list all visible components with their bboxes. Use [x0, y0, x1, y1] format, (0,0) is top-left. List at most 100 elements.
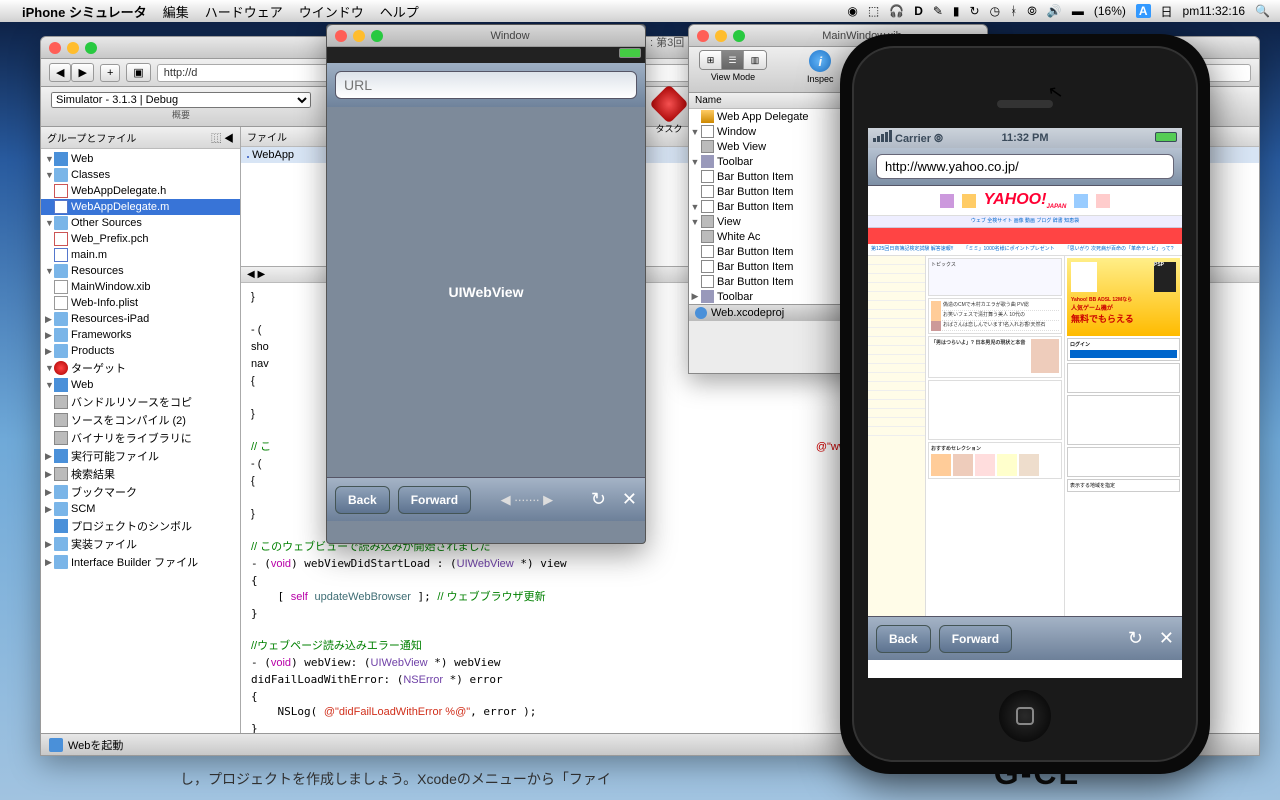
- tree-row[interactable]: WebAppDelegate.h: [41, 183, 240, 199]
- ib-preview-window: Window UIWebView Back Forward ◀ ∙∙∙∙∙∙∙ …: [326, 24, 646, 544]
- minimize-icon[interactable]: [67, 42, 79, 54]
- view-mode-label: View Mode: [711, 72, 755, 82]
- tree-row[interactable]: ▶Interface Builder ファイル: [41, 553, 240, 571]
- close-icon[interactable]: [335, 30, 347, 42]
- yahoo-right[interactable]: PSP Yahoo! BB ADSL 12Mなら 人気ゲーム機が 無料でもらえる…: [1064, 256, 1182, 616]
- tree-row[interactable]: WebAppDelegate.m: [41, 199, 240, 215]
- tree-row[interactable]: ▼ターゲット: [41, 359, 240, 377]
- view-mode-segment[interactable]: ⊞☰▥: [699, 50, 767, 70]
- nav-forward-button[interactable]: ▶: [71, 63, 93, 82]
- tree-row[interactable]: ▼Classes: [41, 167, 240, 183]
- clock-day: 日: [1161, 3, 1173, 20]
- inspector-label: Inspec: [807, 74, 834, 84]
- tree-row[interactable]: プロジェクトのシンボル: [41, 517, 240, 535]
- tree-row[interactable]: ▶Frameworks: [41, 327, 240, 343]
- clock-time: pm11:32:16: [1183, 4, 1246, 18]
- tree-row[interactable]: ▶ブックマーク: [41, 483, 240, 501]
- yahoo-logo[interactable]: YAHOO!JAPAN: [984, 191, 1067, 210]
- uiwebview-placeholder: UIWebView: [327, 107, 645, 477]
- browser-url-input[interactable]: [876, 154, 1174, 179]
- tree-row[interactable]: ▼Web: [41, 151, 240, 167]
- menu-edit[interactable]: 編集: [163, 2, 189, 21]
- yahoo-main[interactable]: トピックス 偽造のCMで木村カエラが歌う曲 PV総 お笑いフェスで清打舞う美人 …: [926, 256, 1064, 616]
- nav-back-button[interactable]: ◀: [49, 63, 71, 82]
- status-time: 11:32 PM: [974, 132, 1075, 144]
- zoom-icon[interactable]: [733, 30, 745, 42]
- headphones-icon[interactable]: 🎧: [889, 4, 904, 18]
- close-icon[interactable]: [697, 30, 709, 42]
- yahoo-banner[interactable]: [868, 228, 1182, 244]
- toolbar-button[interactable]: +: [100, 64, 120, 82]
- tree-row[interactable]: ▶実装ファイル: [41, 535, 240, 553]
- groups-header: グループとファイル: [47, 130, 136, 145]
- tree-row[interactable]: main.m: [41, 247, 240, 263]
- sim-forward-button[interactable]: Forward: [939, 625, 1012, 653]
- ib-toolbar: Back Forward ◀ ∙∙∙∙∙∙∙ ▶ ↻ ✕: [327, 477, 645, 521]
- dropbox-icon[interactable]: ⬚: [868, 4, 879, 18]
- close-icon[interactable]: [49, 42, 61, 54]
- tree-row[interactable]: ▼Web: [41, 377, 240, 393]
- back-button[interactable]: Back: [335, 486, 390, 514]
- zoom-icon[interactable]: [371, 30, 383, 42]
- evernote-icon[interactable]: ✎: [933, 4, 943, 18]
- home-button[interactable]: [999, 690, 1051, 742]
- build-config-select[interactable]: Simulator - 3.1.3 | Debug: [51, 92, 311, 108]
- stop-icon[interactable]: ✕: [622, 489, 637, 510]
- tree-row[interactable]: ▶Products: [41, 343, 240, 359]
- battery-icon: [619, 48, 641, 58]
- tree-row[interactable]: ▶実行可能ファイル: [41, 447, 240, 465]
- input-source-icon[interactable]: A: [1136, 4, 1151, 18]
- clock-icon[interactable]: ◷: [990, 4, 1000, 18]
- menu-help[interactable]: ヘルプ: [380, 2, 419, 21]
- flexible-space: ◀ ∙∙∙∙∙∙∙ ▶: [479, 492, 575, 508]
- wifi-icon[interactable]: ⦾: [1027, 4, 1037, 19]
- sync-icon[interactable]: ↻: [970, 4, 980, 18]
- tree-row[interactable]: ▶SCM: [41, 501, 240, 517]
- background-document-text: し，プロジェクトを作成しましょう。Xcodeのメニューから「ファイ: [180, 768, 611, 790]
- reload-icon[interactable]: ↻: [591, 489, 606, 510]
- battery-icon: [1155, 132, 1177, 142]
- toolbar-button[interactable]: ▣: [126, 63, 150, 82]
- tree-row[interactable]: ▶検索結果: [41, 465, 240, 483]
- reload-icon[interactable]: ↻: [1128, 628, 1143, 649]
- inspector-icon[interactable]: i: [809, 50, 831, 72]
- project-name[interactable]: Web.xcodeproj: [711, 307, 784, 319]
- tree-row[interactable]: ▼Resources: [41, 263, 240, 279]
- tree-row[interactable]: バンドルリソースをコピ: [41, 393, 240, 411]
- bluetooth-icon[interactable]: ᚼ: [1010, 4, 1017, 18]
- simulator-toolbar: Back Forward ↻ ✕: [868, 616, 1182, 660]
- menu-window[interactable]: ウインドウ: [299, 2, 364, 21]
- background-tab: : 第3回: [650, 34, 684, 50]
- tree-row[interactable]: ▼Other Sources: [41, 215, 240, 231]
- tree-row[interactable]: MainWindow.xib: [41, 279, 240, 295]
- zoom-icon[interactable]: [85, 42, 97, 54]
- volume-icon[interactable]: 🔊: [1047, 4, 1062, 18]
- task-icon[interactable]: タスク: [655, 90, 683, 135]
- minimize-icon[interactable]: [715, 30, 727, 42]
- tree-row[interactable]: ▶Resources-iPad: [41, 311, 240, 327]
- tree-row[interactable]: Web_Prefix.pch: [41, 231, 240, 247]
- yahoo-ad[interactable]: PSP Yahoo! BB ADSL 12Mなら 人気ゲーム機が 無料でもらえる: [1067, 258, 1180, 336]
- project-icon: [695, 307, 707, 319]
- yahoo-sidebar[interactable]: [868, 256, 926, 616]
- app-menu[interactable]: iPhone シミュレータ: [22, 2, 147, 21]
- battery-icon[interactable]: ▬: [1072, 4, 1084, 18]
- camera-icon[interactable]: ▮: [953, 4, 960, 18]
- tree-row[interactable]: バイナリをライブラリに: [41, 429, 240, 447]
- menuextra-icon[interactable]: ◉: [847, 4, 857, 18]
- yahoo-nav[interactable]: ウェブ 全検サイト 画像 動画 ブログ 辞書 知恵袋: [868, 216, 1182, 228]
- web-content[interactable]: YAHOO!JAPAN ウェブ 全検サイト 画像 動画 ブログ 辞書 知恵袋 第…: [868, 186, 1182, 616]
- forward-button[interactable]: Forward: [398, 486, 471, 514]
- d-icon[interactable]: D: [914, 4, 923, 18]
- menu-hardware[interactable]: ハードウェア: [205, 2, 283, 21]
- battery-percent: (16%): [1094, 4, 1126, 18]
- spotlight-icon[interactable]: 🔍: [1255, 4, 1270, 18]
- minimize-icon[interactable]: [353, 30, 365, 42]
- tree-row[interactable]: Web-Info.plist: [41, 295, 240, 311]
- overview-label: 概要: [51, 108, 311, 121]
- sim-back-button[interactable]: Back: [876, 625, 931, 653]
- tree-row[interactable]: ソースをコンパイル (2): [41, 411, 240, 429]
- xcode-sidebar: グループとファイル⿲ ◀ ▼Web▼ClassesWebAppDelegate.…: [41, 127, 241, 747]
- url-input[interactable]: [335, 71, 637, 99]
- stop-icon[interactable]: ✕: [1159, 628, 1174, 649]
